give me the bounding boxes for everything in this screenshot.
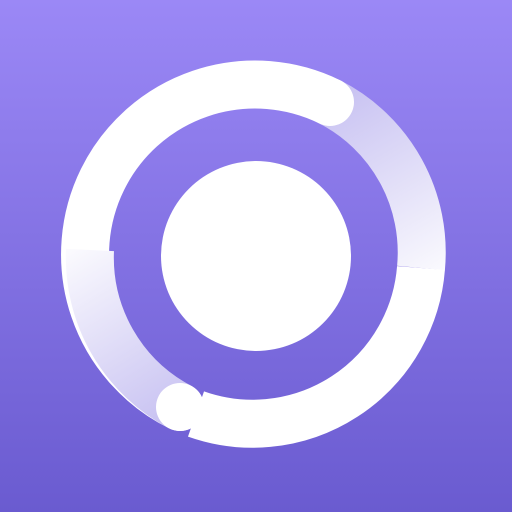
ring-cap-bottom-left — [156, 383, 204, 431]
ring-progress-icon — [0, 0, 512, 512]
center-dot — [161, 161, 351, 351]
ring-cap-top-right — [306, 78, 354, 126]
app-icon — [0, 0, 512, 512]
